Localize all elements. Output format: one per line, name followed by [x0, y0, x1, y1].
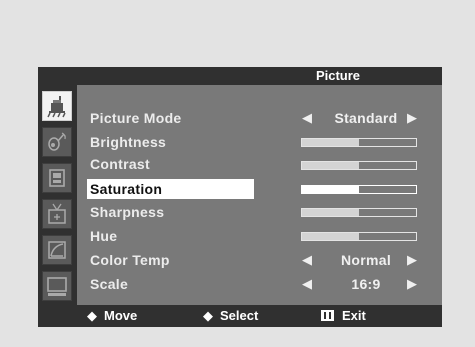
- menu-item-brightness[interactable]: Brightness: [90, 132, 166, 152]
- picture-icon[interactable]: [42, 91, 72, 121]
- scale-value: 16:9: [351, 276, 381, 292]
- exit-hint[interactable]: Exit: [321, 305, 366, 327]
- sharpness-slider[interactable]: [301, 208, 417, 217]
- function-icon[interactable]: [42, 235, 72, 265]
- osd-menu: Picture Picture Mode ◀ Standard ▶ Bright…: [38, 67, 442, 327]
- menu-item-hue[interactable]: Hue: [90, 226, 117, 246]
- menu-item-picture-mode[interactable]: Picture Mode: [90, 108, 182, 128]
- picture-mode-value: Standard: [334, 110, 398, 126]
- previous-arrow-icon[interactable]: ◀: [302, 274, 312, 294]
- previous-arrow-icon[interactable]: ◀: [302, 250, 312, 270]
- menu-button-icon: [321, 310, 334, 321]
- saturation-slider[interactable]: [301, 185, 417, 194]
- brightness-slider[interactable]: [301, 138, 417, 147]
- contrast-slider[interactable]: [301, 161, 417, 170]
- menu-title: Picture: [315, 68, 361, 83]
- next-arrow-icon[interactable]: ▶: [407, 250, 417, 270]
- hue-slider[interactable]: [301, 232, 417, 241]
- menu-header: Picture: [38, 67, 442, 85]
- input-source-icon[interactable]: [42, 199, 72, 229]
- setup-icon[interactable]: [42, 163, 72, 193]
- menu-footer: ◆ Move ◆ Select Exit: [38, 305, 442, 327]
- menu-item-sharpness[interactable]: Sharpness: [90, 202, 164, 222]
- menu-item-saturation[interactable]: Saturation: [87, 179, 254, 199]
- menu-item-color-temp[interactable]: Color Temp: [90, 250, 170, 270]
- previous-arrow-icon[interactable]: ◀: [302, 108, 312, 128]
- menu-item-contrast[interactable]: Contrast: [90, 154, 150, 174]
- exit-label: Exit: [342, 308, 366, 323]
- color-temp-value: Normal: [340, 252, 392, 268]
- move-hint: ◆ Move: [87, 305, 137, 327]
- menu-item-scale[interactable]: Scale: [90, 274, 128, 294]
- move-label: Move: [104, 308, 138, 323]
- category-sidebar: [38, 85, 77, 305]
- next-arrow-icon[interactable]: ▶: [407, 274, 417, 294]
- display-icon[interactable]: [42, 271, 72, 301]
- up-down-arrow-icon: ◆: [203, 308, 213, 323]
- next-arrow-icon[interactable]: ▶: [407, 108, 417, 128]
- left-right-arrow-icon: ◆: [87, 308, 97, 323]
- select-hint: ◆ Select: [203, 305, 258, 327]
- sound-icon[interactable]: [42, 127, 72, 157]
- select-label: Select: [220, 308, 259, 323]
